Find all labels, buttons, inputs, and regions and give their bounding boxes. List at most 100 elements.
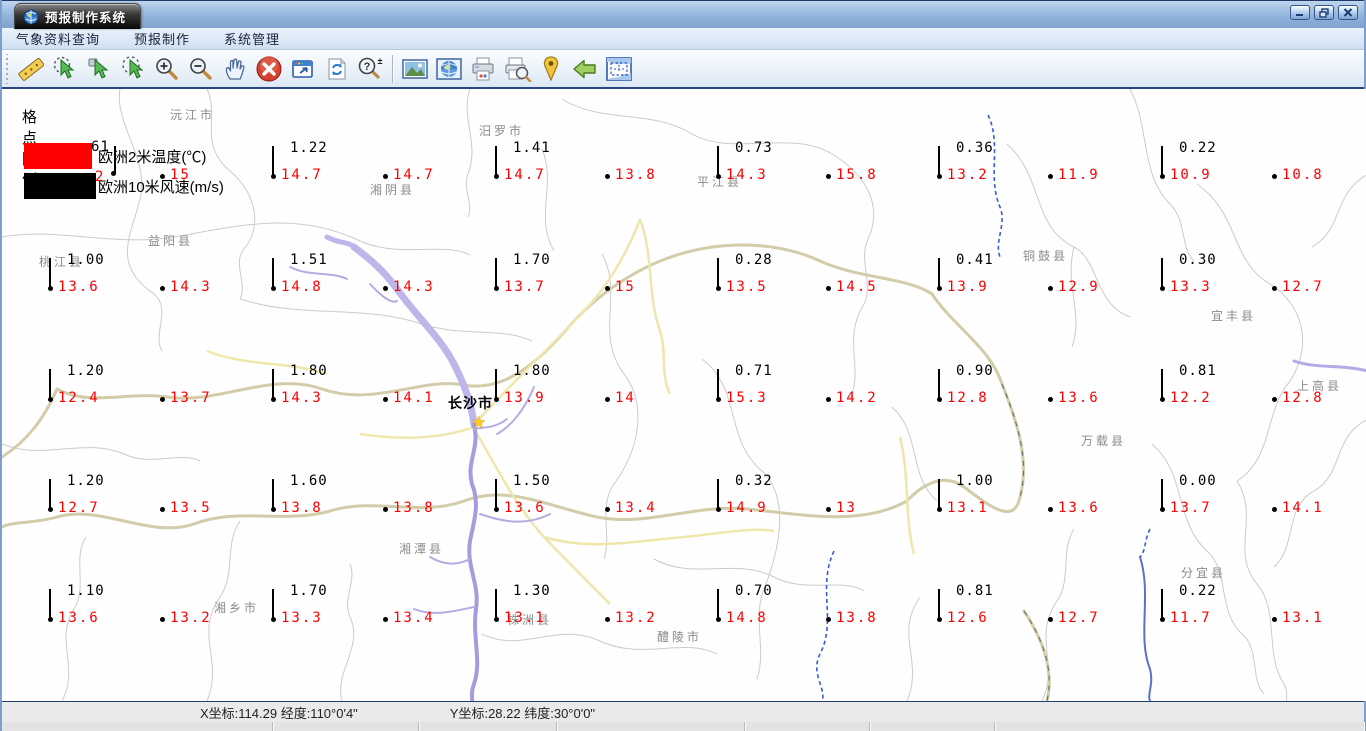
station-dot xyxy=(826,174,831,179)
temperature-value: 13.3 xyxy=(1170,279,1212,295)
temperature-value: 13.2 xyxy=(615,610,657,626)
status-panel xyxy=(870,722,995,731)
image-export-button[interactable] xyxy=(398,53,432,85)
wind-speed-value: 0.81 xyxy=(1179,363,1217,379)
place-label: 益阳县 xyxy=(148,234,194,248)
wind-barb xyxy=(938,369,940,398)
zoom-in-icon xyxy=(156,57,178,80)
print-preview-icon xyxy=(505,57,532,82)
svg-text:±: ± xyxy=(378,56,383,66)
wind-barb xyxy=(495,258,497,287)
map-extent-button[interactable] xyxy=(602,53,636,85)
station-dot xyxy=(605,174,610,179)
status-panel xyxy=(273,722,419,731)
temperature-value: 12.4 xyxy=(58,390,100,406)
stop-button[interactable] xyxy=(252,53,286,85)
map-canvas[interactable]: 15 1.22 14.7 14.7 1.41 14.7 13.8 0.73 14.3 15.8 0.… xyxy=(2,89,1366,701)
refresh-layers-button[interactable] xyxy=(320,53,354,85)
zoom-out-button[interactable] xyxy=(184,53,218,85)
menu-system-management[interactable]: 系统管理 xyxy=(224,29,280,48)
wind-barb xyxy=(717,369,719,398)
wind-speed-value: 0.32 xyxy=(735,473,773,489)
temperature-value: 13.9 xyxy=(947,279,989,295)
temperature-value: 12.9 xyxy=(1058,279,1100,295)
wind-speed-value: 1.60 xyxy=(290,473,328,489)
temperature-value: 14.1 xyxy=(393,390,435,406)
station-dot xyxy=(826,397,831,402)
wind-speed-value: 0.41 xyxy=(956,252,994,268)
svg-text:?: ? xyxy=(364,61,371,73)
wind-speed-value: 0.81 xyxy=(956,583,994,599)
identify-zoom-button[interactable]: ? ± xyxy=(354,53,388,85)
status-bar: X坐标:114.29 经度:110°0'4" Y坐标:28.22 纬度:30°0… xyxy=(2,701,1364,722)
measure-ruler-icon xyxy=(18,57,44,81)
status-panel xyxy=(557,722,745,731)
zoom-select-arrow-button[interactable] xyxy=(116,53,150,85)
place-label: 沅江市 xyxy=(170,108,216,122)
status-panel xyxy=(419,722,557,731)
image-export-icon xyxy=(402,58,428,79)
wind-barb xyxy=(495,369,497,398)
temperature-value: 14.1 xyxy=(1282,500,1324,516)
close-button[interactable] xyxy=(1338,5,1358,20)
select-arrow-box-button[interactable] xyxy=(82,53,116,85)
wind-barb xyxy=(717,479,719,508)
station-dot xyxy=(605,617,610,622)
measure-ruler-button[interactable] xyxy=(14,53,48,85)
legend-overlap-fragment: 2 xyxy=(95,169,105,185)
wind-barb xyxy=(938,146,940,175)
wind-speed-value: 0.22 xyxy=(1179,140,1217,156)
temperature-value: 13.8 xyxy=(836,610,878,626)
place-label: 湘阴县 xyxy=(370,183,416,197)
temperature-value: 13.3 xyxy=(281,610,323,626)
menu-forecast-production[interactable]: 预报制作 xyxy=(134,29,190,48)
wind-barb xyxy=(495,479,497,508)
temperature-value: 12.8 xyxy=(1282,390,1324,406)
temperature-value: 14.7 xyxy=(393,167,435,183)
toolbar: ? ± xyxy=(2,50,1364,89)
legend-swatch-temperature xyxy=(24,143,92,169)
minimize-button[interactable] xyxy=(1290,5,1310,20)
select-arrow-circle-button[interactable] xyxy=(48,53,82,85)
toolbar-grip[interactable] xyxy=(4,53,10,84)
zoom-in-button[interactable] xyxy=(150,53,184,85)
station-dot xyxy=(160,507,165,512)
wind-barb xyxy=(495,589,497,618)
print-preview-button[interactable] xyxy=(500,53,534,85)
location-pin-button[interactable] xyxy=(534,53,568,85)
wind-speed-value: 1.41 xyxy=(513,140,551,156)
station-dot xyxy=(1272,397,1277,402)
station-dot xyxy=(826,286,831,291)
wind-speed-value: 0.22 xyxy=(1179,583,1217,599)
station-dot xyxy=(383,507,388,512)
temperature-value: 13.8 xyxy=(615,167,657,183)
legend-swatch-wind xyxy=(24,173,96,199)
menu-weather-data-query[interactable]: 气象资料查询 xyxy=(16,29,100,48)
back-arrow-button[interactable] xyxy=(568,53,602,85)
new-window-button[interactable] xyxy=(286,53,320,85)
print-button[interactable] xyxy=(466,53,500,85)
temperature-value: 12.8 xyxy=(947,390,989,406)
temperature-value: 15.8 xyxy=(836,167,878,183)
temperature-value: 14.3 xyxy=(281,390,323,406)
globe-view-button[interactable] xyxy=(432,53,466,85)
print-icon xyxy=(472,57,494,80)
new-window-icon xyxy=(292,59,313,78)
wind-barb xyxy=(272,589,274,618)
map-extent-icon xyxy=(606,56,632,81)
restore-button[interactable] xyxy=(1314,5,1334,20)
app-window: 预报制作系统 气象资料查询 预报制作 系统管理 ? ± 15 1.22 14.7… xyxy=(0,0,1366,731)
legend-overlap-barb xyxy=(114,146,116,173)
app-tab[interactable]: 预报制作系统 xyxy=(14,3,142,29)
wind-barb xyxy=(717,589,719,618)
wind-barb xyxy=(1161,589,1163,618)
city-star-marker: ★ xyxy=(471,413,487,432)
station-dot xyxy=(1048,286,1053,291)
pan-hand-button[interactable] xyxy=(218,53,252,85)
wind-barb xyxy=(272,369,274,398)
temperature-value: 13.1 xyxy=(1282,610,1324,626)
legend-overlap-fragment: 61 xyxy=(91,139,110,155)
wind-speed-value: 1.70 xyxy=(290,583,328,599)
station-dot xyxy=(1272,174,1277,179)
temperature-value: 14.2 xyxy=(836,390,878,406)
